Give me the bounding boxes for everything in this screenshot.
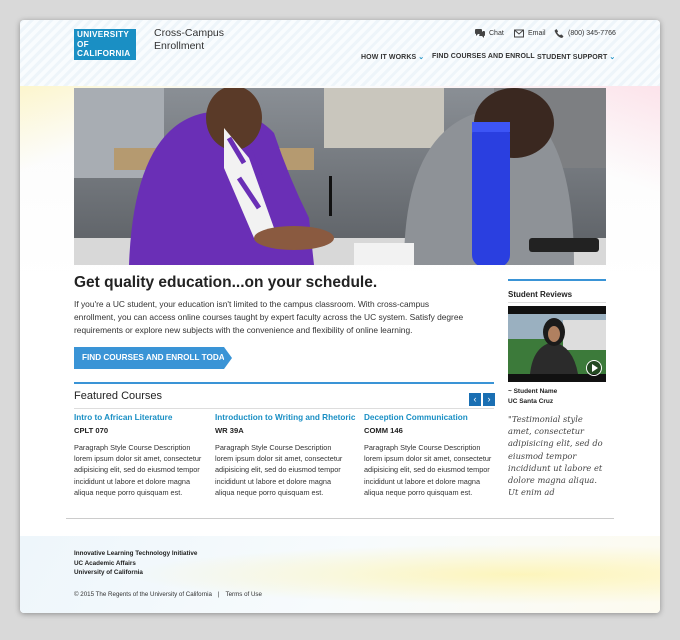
course-description: Paragraph Style Course Description lorem… <box>364 443 492 497</box>
students-photo <box>74 88 606 265</box>
chat-link[interactable]: Chat <box>475 29 504 38</box>
page-container: UNIVERSITY OF CALIFORNIA Cross-Campus En… <box>20 20 660 613</box>
next-course-button[interactable]: › <box>483 393 495 406</box>
course-title-link[interactable]: Intro to African Literature <box>74 413 202 422</box>
page-headline: Get quality education...on your schedule… <box>74 274 378 291</box>
featured-divider <box>74 382 494 384</box>
logo-line-3: CALIFORNIA <box>77 49 131 58</box>
chevron-down-icon: ⌄ <box>609 54 616 61</box>
logo-line-1: UNIVERSITY <box>77 30 130 39</box>
course-title-link[interactable]: Deception Communication <box>364 413 492 422</box>
nav-how-it-works[interactable]: HOW IT WORKS ⌄ <box>361 53 424 61</box>
course-card: Intro to African Literature CPLT 070 Par… <box>74 413 202 498</box>
play-icon[interactable] <box>586 360 602 376</box>
course-description: Paragraph Style Course Description lorem… <box>215 443 343 497</box>
chat-label: Chat <box>489 30 504 37</box>
student-campus: UC Santa Cruz <box>508 397 554 405</box>
course-card: Deception Communication COMM 146 Paragra… <box>364 413 492 498</box>
course-card: Introduction to Writing and Rhetoric WR … <box>215 413 355 498</box>
reviews-divider <box>508 279 606 281</box>
chat-icon <box>475 29 485 38</box>
prev-course-button[interactable]: ‹ <box>469 393 481 406</box>
nav-label: HOW IT WORKS <box>361 54 417 61</box>
course-code: COMM 146 <box>364 426 403 435</box>
phone-link[interactable]: (800) 345-7766 <box>554 29 616 38</box>
logo-line-2: OF <box>77 39 89 49</box>
footer-organization: Innovative Learning Technology Initiativ… <box>74 549 197 578</box>
student-name: ~ Student Name <box>508 388 558 395</box>
chevron-right-icon: › <box>487 394 491 404</box>
course-code: WR 39A <box>215 426 244 435</box>
terms-of-use-link[interactable]: Terms of Use <box>226 591 262 598</box>
student-reviews-title: Student Reviews <box>508 290 573 299</box>
footer-legal: © 2015 The Regents of the University of … <box>74 591 262 598</box>
nav-label: STUDENT SUPPORT <box>537 54 608 61</box>
footer-separator: | <box>217 591 220 598</box>
uc-logo[interactable]: UNIVERSITY OF CALIFORNIA <box>74 29 136 60</box>
intro-paragraph: If you're a UC student, your education i… <box>74 299 464 335</box>
hero-image <box>74 88 606 265</box>
nav-student-support[interactable]: STUDENT SUPPORT ⌄ <box>537 53 615 61</box>
testimonial-quote: "Testimonial style amet, consectetur adi… <box>508 414 603 498</box>
featured-courses-title: Featured Courses <box>74 390 163 402</box>
footer-divider <box>66 518 614 519</box>
org-line: Innovative Learning Technology Initiativ… <box>74 550 198 557</box>
copyright-text: © 2015 The Regents of the University of … <box>74 591 212 598</box>
phone-icon <box>554 29 564 38</box>
phone-label: (800) 345-7766 <box>568 30 616 37</box>
site-title[interactable]: Cross-Campus Enrollment <box>154 27 244 53</box>
chevron-left-icon: ‹ <box>473 394 477 404</box>
review-caption: ~ Student Name UC Santa Cruz <box>508 387 557 406</box>
org-line: UC Academic Affairs <box>74 559 136 567</box>
course-title-link[interactable]: Introduction to Writing and Rhetoric <box>215 413 355 422</box>
nav-label: FIND COURSES AND ENROLL <box>432 53 535 60</box>
course-code: CPLT 070 <box>74 426 109 435</box>
chevron-down-icon: ⌄ <box>418 54 425 61</box>
email-label: Email <box>528 30 546 37</box>
course-description: Paragraph Style Course Description lorem… <box>74 443 202 497</box>
find-courses-enroll-button[interactable]: FIND COURSES AND ENROLL TODAY! <box>74 347 232 369</box>
nav-find-courses[interactable]: FIND COURSES AND ENROLL <box>432 53 535 60</box>
email-icon <box>514 29 524 38</box>
reviews-underline <box>508 302 606 303</box>
email-link[interactable]: Email <box>514 29 546 38</box>
featured-underline <box>74 408 494 409</box>
org-line: University of California <box>74 569 143 577</box>
review-video[interactable] <box>508 306 606 382</box>
